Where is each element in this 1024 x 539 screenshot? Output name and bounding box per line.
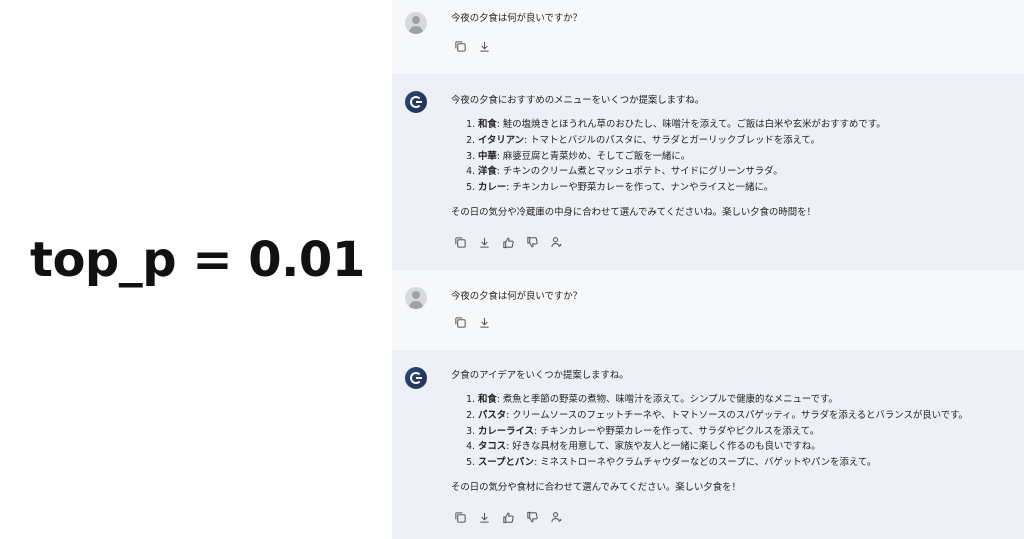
copy-icon[interactable] (454, 40, 468, 54)
item-body: : ミネストローネやクラムチャウダーなどのスープに、バゲットやパンを添えて。 (534, 457, 877, 469)
download-icon[interactable] (478, 511, 492, 525)
thumbs-up-icon[interactable] (502, 511, 516, 525)
item-body: : 煮魚と季節の野菜の煮物、味噌汁を添えて。シンプルで健康的なメニューです。 (496, 394, 838, 405)
assistant-intro: 今夜の夕食におすすめのメニューをいくつか提案しますね。 (451, 95, 705, 106)
download-icon[interactable] (478, 236, 492, 250)
user-message: 今夜の夕食は何が良いですか？ (392, 270, 1024, 350)
assistant-intro: 夕食のアイデアをいくつか提案しますね。 (451, 370, 629, 381)
user-message-text: 今夜の夕食は何が良いですか？ (451, 13, 582, 24)
list-item: 洋食: チキンのクリーム煮とマッシュポテト、サイドにグリーンサラダ。 (478, 164, 1016, 180)
assistant-logo-icon (405, 367, 427, 389)
item-body: : トマトとバジルのパスタに、サラダとガーリックブレッドを添えて。 (524, 134, 820, 146)
list-item: 和食: 煮魚と季節の野菜の煮物、味噌汁を添えて。シンプルで健康的なメニューです。 (478, 392, 1016, 408)
thumbs-down-icon[interactable] (526, 236, 540, 250)
item-heading: タコス (478, 441, 507, 453)
item-heading: イタリアン (478, 134, 525, 146)
copy-icon[interactable] (454, 511, 468, 525)
list-item: 中華: 麻婆豆腐と青菜炒め、そしてご飯を一緒に。 (478, 149, 1016, 165)
chat-transcript: 今夜の夕食は何が良いですか？ 今夜の夕食におすすめのメニューをいくつか提案します… (392, 0, 1024, 539)
item-body: : チキンのクリーム煮とマッシュポテト、サイドにグリーンサラダ。 (496, 166, 783, 178)
download-icon[interactable] (478, 40, 492, 54)
user-message-text: 今夜の夕食は何が良いですか？ (451, 291, 582, 302)
list-item: カレー: チキンカレーや野菜カレーを作って、ナンやライスと一緒に。 (478, 180, 1016, 196)
item-heading: 洋食 (478, 166, 497, 178)
thumbs-up-icon[interactable] (502, 236, 516, 250)
suggestion-list: 和食: 鮭の塩焼きとほうれん草のおひたし、味噌汁を添えて。ご飯は白米や玄米がおす… (451, 117, 1016, 196)
list-item: イタリアン: トマトとバジルのパスタに、サラダとガーリックブレッドを添えて。 (478, 133, 1016, 149)
list-item: 和食: 鮭の塩焼きとほうれん草のおひたし、味噌汁を添えて。ご飯は白米や玄米がおす… (478, 117, 1016, 133)
item-body: : 麻婆豆腐と青菜炒め、そしてご飯を一緒に。 (496, 150, 691, 162)
assistant-message: 夕食のアイデアをいくつか提案しますね。 和食: 煮魚と季節の野菜の煮物、味噌汁を… (392, 350, 1024, 539)
item-heading: パスタ (478, 409, 507, 421)
item-body: : 鮭の塩焼きとほうれん草のおひたし、味噌汁を添えて。ご飯は白米や玄米がおすすめ… (496, 119, 886, 130)
suggestion-list: 和食: 煮魚と季節の野菜の煮物、味噌汁を添えて。シンプルで健康的なメニューです。… (451, 392, 1016, 471)
item-body: : チキンカレーや野菜カレーを作って、ナンやライスと一緒に。 (506, 182, 774, 194)
parameter-label: top_p = 0.01 (30, 232, 365, 288)
item-body: : チキンカレーや野菜カレーを作って、サラダやピクルスを添えて。 (533, 425, 820, 437)
item-heading: カレーライス (478, 425, 534, 437)
user-avatar-icon (405, 287, 427, 309)
list-item: カレーライス: チキンカレーや野菜カレーを作って、サラダやピクルスを添えて。 (478, 424, 1016, 440)
speaker-icon[interactable] (550, 511, 564, 525)
download-icon[interactable] (478, 316, 492, 330)
copy-icon[interactable] (454, 316, 468, 330)
list-item: タコス: 好きな具材を用意して、家族や友人と一緒に楽しく作るのも良いですね。 (478, 439, 1016, 455)
user-avatar-icon (405, 12, 427, 34)
item-body: : 好きな具材を用意して、家族や友人と一緒に楽しく作るのも良いですね。 (506, 441, 821, 453)
item-heading: 和食 (478, 119, 497, 130)
item-heading: スープとパン (478, 457, 535, 469)
assistant-logo-icon (405, 91, 427, 113)
item-heading: カレー (478, 182, 507, 194)
copy-icon[interactable] (454, 236, 468, 250)
item-body: : クリームソースのフェットチーネや、トマトソースのスパゲッティ。サラダを添える… (506, 409, 968, 421)
assistant-outro: その日の気分や冷蔵庫の中身に合わせて選んでみてくださいね。楽しい夕食の時間を！ (451, 206, 816, 218)
item-heading: 和食 (478, 394, 497, 405)
thumbs-down-icon[interactable] (526, 511, 540, 525)
list-item: パスタ: クリームソースのフェットチーネや、トマトソースのスパゲッティ。サラダを… (478, 408, 1016, 424)
list-item: スープとパン: ミネストローネやクラムチャウダーなどのスープに、バゲットやパンを… (478, 455, 1016, 471)
assistant-message: 今夜の夕食におすすめのメニューをいくつか提案しますね。 和食: 鮭の塩焼きとほう… (392, 74, 1024, 270)
assistant-outro: その日の気分や食材に合わせて選んでみてください。楽しい夕食を！ (451, 481, 741, 493)
item-heading: 中華 (478, 150, 497, 162)
user-message: 今夜の夕食は何が良いですか？ (392, 0, 1024, 74)
speaker-icon[interactable] (550, 236, 564, 250)
